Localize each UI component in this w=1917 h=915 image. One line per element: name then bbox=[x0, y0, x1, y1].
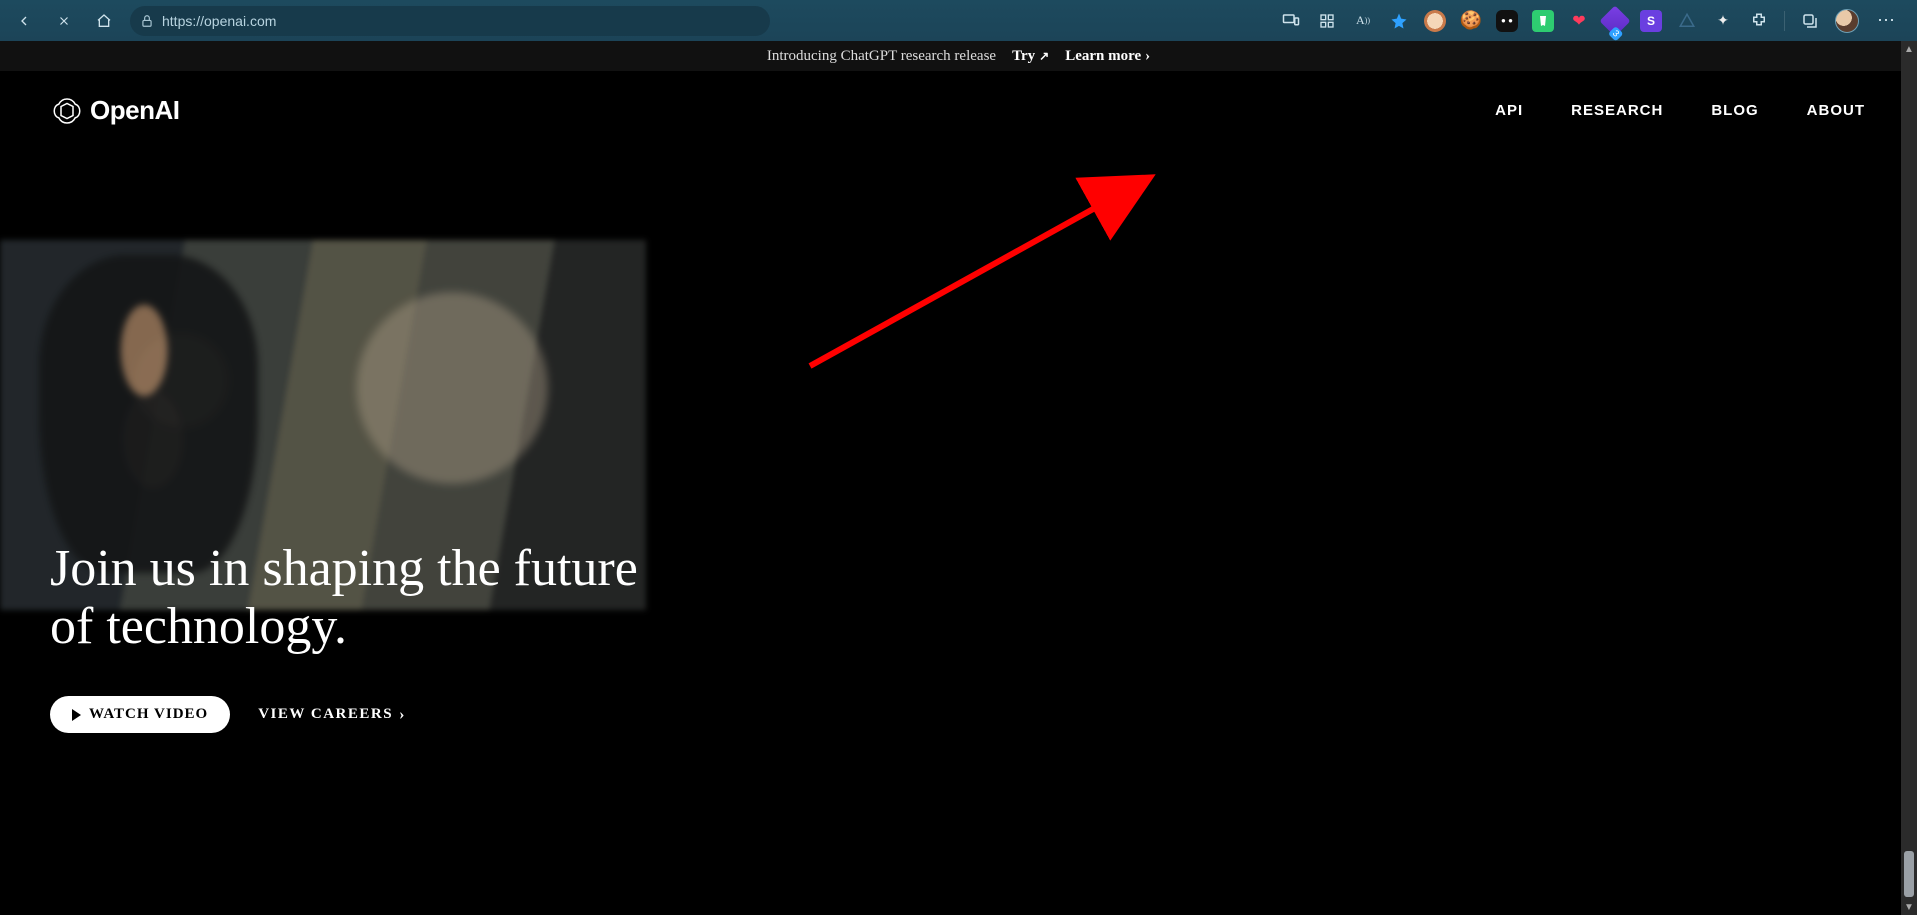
address-url: https://openai.com bbox=[162, 13, 276, 29]
nav-research[interactable]: RESEARCH bbox=[1571, 102, 1663, 119]
hero-headline-line2: of technology. bbox=[50, 598, 347, 655]
announcement-try-label: Try bbox=[1012, 48, 1035, 65]
hero-headline-line1: Join us in shaping the future bbox=[50, 540, 638, 597]
announcement-learnmore-label: Learn more bbox=[1065, 48, 1141, 65]
extension-icon-3[interactable]: ● ● bbox=[1496, 10, 1518, 32]
announcement-text: Introducing ChatGPT research release bbox=[767, 48, 996, 65]
browser-toolbar: https://openai.com A)) 🍪 ● ● ❤ S ✦ bbox=[0, 0, 1917, 41]
extension-icon-6[interactable] bbox=[1599, 5, 1630, 36]
profile-avatar[interactable] bbox=[1835, 9, 1859, 33]
announcement-banner: Introducing ChatGPT research release Try… bbox=[0, 41, 1917, 71]
lock-icon bbox=[140, 14, 154, 28]
nav-blog[interactable]: BLOG bbox=[1711, 102, 1758, 119]
collections-icon[interactable] bbox=[1799, 10, 1821, 32]
site-header: OpenAI API RESEARCH BLOG ABOUT bbox=[0, 71, 1917, 150]
view-careers-link[interactable]: VIEW CAREERS › bbox=[258, 706, 406, 724]
home-button[interactable] bbox=[90, 7, 118, 35]
favorite-star-icon[interactable] bbox=[1388, 10, 1410, 32]
extensions-menu-icon[interactable] bbox=[1748, 10, 1770, 32]
more-menu-button[interactable]: ⋯ bbox=[1873, 7, 1901, 35]
announcement-learnmore-link[interactable]: Learn more › bbox=[1065, 48, 1150, 65]
external-link-icon: ↗ bbox=[1039, 49, 1049, 64]
extension-icon-4[interactable] bbox=[1532, 10, 1554, 32]
extension-tray: A)) 🍪 ● ● ❤ S ✦ ⋯ bbox=[1280, 7, 1907, 35]
extension-icon-9[interactable]: ✦ bbox=[1712, 10, 1734, 32]
vertical-scrollbar[interactable]: ▲ ▼ bbox=[1901, 41, 1917, 915]
device-sync-icon[interactable] bbox=[1280, 10, 1302, 32]
grid-icon[interactable] bbox=[1316, 10, 1338, 32]
page-content: OpenAI API RESEARCH BLOG ABOUT Join us i… bbox=[0, 71, 1917, 915]
nav-about[interactable]: ABOUT bbox=[1807, 102, 1865, 119]
extension-icon-8[interactable] bbox=[1676, 10, 1698, 32]
chevron-right-icon: › bbox=[399, 706, 406, 724]
brand-logo[interactable]: OpenAI bbox=[52, 95, 179, 126]
view-careers-label: VIEW CAREERS bbox=[258, 706, 393, 723]
brand-name: OpenAI bbox=[90, 95, 179, 126]
hero-actions: WATCH VIDEO VIEW CAREERS › bbox=[50, 696, 638, 733]
scroll-down-arrow-icon[interactable]: ▼ bbox=[1901, 899, 1917, 915]
chevron-right-icon: › bbox=[1145, 48, 1150, 65]
back-button[interactable] bbox=[10, 7, 38, 35]
primary-nav: API RESEARCH BLOG ABOUT bbox=[1495, 102, 1865, 119]
watch-video-button[interactable]: WATCH VIDEO bbox=[50, 696, 230, 733]
play-icon bbox=[72, 709, 81, 721]
stop-reload-button[interactable] bbox=[50, 7, 78, 35]
hero-content: Join us in shaping the future of technol… bbox=[50, 540, 638, 733]
read-aloud-icon[interactable]: A)) bbox=[1352, 10, 1374, 32]
scroll-up-arrow-icon[interactable]: ▲ bbox=[1901, 41, 1917, 57]
watch-video-label: WATCH VIDEO bbox=[89, 706, 208, 723]
hero-headline: Join us in shaping the future of technol… bbox=[50, 540, 638, 656]
announcement-try-link[interactable]: Try ↗ bbox=[1012, 48, 1049, 65]
extension-icon-5[interactable]: ❤ bbox=[1568, 10, 1590, 32]
extension-icon-7[interactable]: S bbox=[1640, 10, 1662, 32]
openai-logo-icon bbox=[52, 96, 82, 126]
extension-icon-1[interactable] bbox=[1424, 10, 1446, 32]
address-bar[interactable]: https://openai.com bbox=[130, 6, 770, 36]
hero-section: Join us in shaping the future of technol… bbox=[0, 240, 1917, 760]
scroll-thumb[interactable] bbox=[1904, 851, 1914, 897]
extension-icon-2[interactable]: 🍪 bbox=[1460, 10, 1482, 32]
nav-api[interactable]: API bbox=[1495, 102, 1523, 119]
